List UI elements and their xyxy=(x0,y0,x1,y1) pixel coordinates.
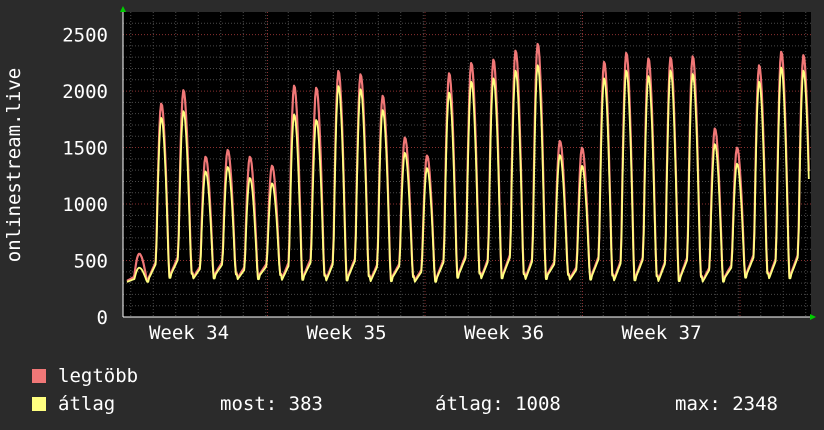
y-tick-label: 500 xyxy=(74,251,108,273)
x-tick-label: Week 37 xyxy=(621,322,701,344)
y-tick-label: 0 xyxy=(97,307,108,329)
legend-label-max: legtöbb xyxy=(58,365,139,387)
y-tick-label: 2500 xyxy=(62,25,108,47)
y-axis-arrow xyxy=(120,6,126,12)
legend-label-avg: átlag xyxy=(58,393,116,415)
stat-max: max: 2348 xyxy=(675,393,778,415)
legend-row-max: legtöbb xyxy=(32,362,138,390)
legend: legtöbb átlag most: 383 átlag: 1008 max:… xyxy=(32,362,778,418)
x-axis-arrow xyxy=(810,314,816,320)
legend-row-avg: átlag most: 383 átlag: 1008 max: 2348 xyxy=(32,390,778,418)
y-tick-label: 1500 xyxy=(62,138,108,160)
x-tick-label: Week 35 xyxy=(306,322,386,344)
stat-average: átlag: 1008 xyxy=(435,393,561,415)
legend-swatch-avg xyxy=(32,397,46,411)
y-tick-label: 2000 xyxy=(62,81,108,103)
y-axis-label: onlinestream.live xyxy=(3,68,25,262)
x-tick-label: Week 34 xyxy=(149,322,229,344)
y-tick-label: 1000 xyxy=(62,194,108,216)
stat-current: most: 383 xyxy=(220,393,323,415)
legend-swatch-max xyxy=(32,369,46,383)
x-tick-label: Week 36 xyxy=(464,322,544,344)
